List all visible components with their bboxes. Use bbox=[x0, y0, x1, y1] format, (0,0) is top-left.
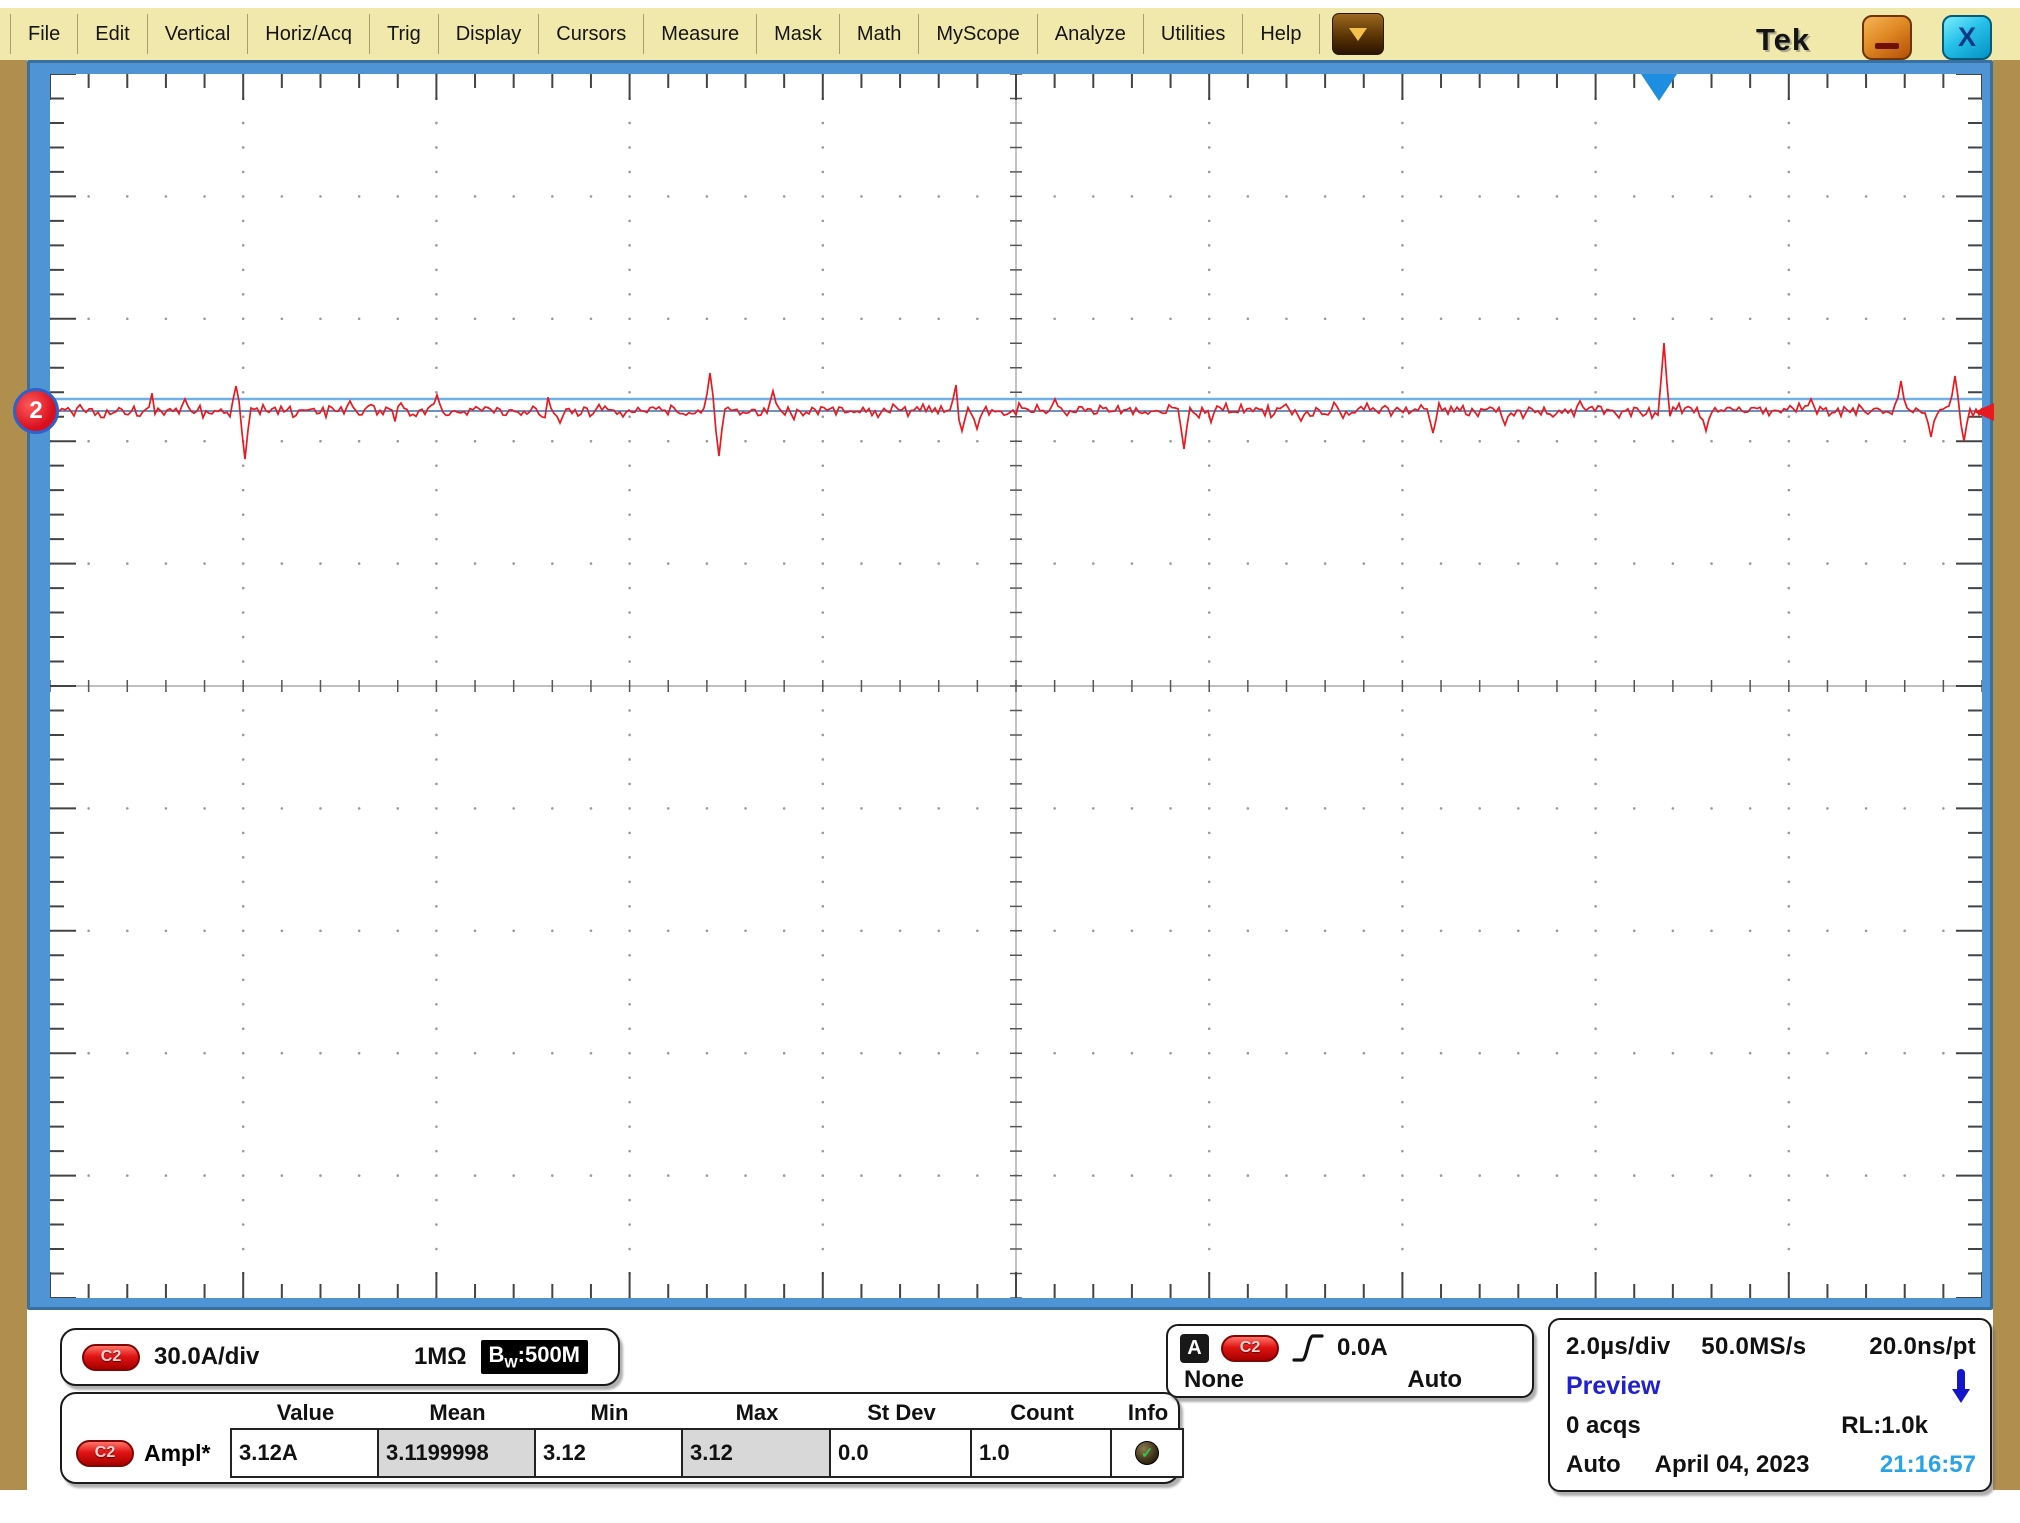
menu-measure[interactable]: Measure bbox=[643, 14, 756, 54]
cell-info: ✓ bbox=[1110, 1428, 1184, 1478]
header-stdev: St Dev bbox=[831, 1398, 972, 1428]
trigger-source-badge[interactable]: C2 bbox=[1221, 1335, 1279, 1362]
menu-horiz-acq[interactable]: Horiz/Acq bbox=[247, 14, 369, 54]
menu-edit[interactable]: Edit bbox=[77, 14, 146, 54]
menu-utilities[interactable]: Utilities bbox=[1143, 14, 1242, 54]
header-spacer bbox=[62, 1398, 232, 1428]
left-bezel-strip bbox=[0, 60, 27, 1490]
waveform-display-frame bbox=[27, 60, 1993, 1310]
date-label: April 04, 2023 bbox=[1655, 1451, 1810, 1479]
cell-count: 1.0 bbox=[970, 1428, 1112, 1478]
trigger-level-arrow-icon[interactable] bbox=[1974, 403, 1994, 421]
cell-value: 3.12A bbox=[230, 1428, 379, 1478]
measurement-source-label: C2 Ampl* bbox=[62, 1428, 232, 1478]
menu-math[interactable]: Math bbox=[839, 14, 918, 54]
menu-vertical[interactable]: Vertical bbox=[147, 14, 248, 54]
acquisition-count: 0 acqs bbox=[1566, 1412, 1641, 1440]
measurement-table: Value Mean Min Max St Dev Count Info C2 … bbox=[60, 1392, 1180, 1484]
input-impedance: 1MΩ bbox=[414, 1343, 467, 1371]
cell-max: 3.12 bbox=[681, 1428, 831, 1478]
menu-overflow-button[interactable] bbox=[1332, 13, 1384, 55]
timebase: 2.0µs/div bbox=[1566, 1333, 1701, 1361]
horizontal-readout-box[interactable]: 2.0µs/div 50.0MS/s 20.0ns/pt Preview 0 a… bbox=[1548, 1318, 1992, 1492]
graticule-grid-and-trace bbox=[50, 74, 1982, 1298]
oscilloscope-screen: File Edit Vertical Horiz/Acq Trig Displa… bbox=[0, 0, 2020, 1523]
info-icon[interactable]: ✓ bbox=[1135, 1441, 1159, 1465]
menu-trig[interactable]: Trig bbox=[369, 14, 438, 54]
cell-min: 3.12 bbox=[534, 1428, 683, 1478]
tek-logo: Tek bbox=[1756, 22, 1810, 58]
minimize-button[interactable] bbox=[1862, 15, 1912, 60]
header-value: Value bbox=[232, 1398, 379, 1428]
channel-2-position-marker[interactable]: 2 bbox=[13, 388, 59, 434]
header-min: Min bbox=[536, 1398, 683, 1428]
measurement-name: Ampl* bbox=[144, 1440, 210, 1467]
trigger-position-marker-icon[interactable] bbox=[1641, 74, 1677, 101]
trigger-level: 0.0A bbox=[1337, 1334, 1388, 1362]
channel-2-badge[interactable]: C2 bbox=[82, 1344, 140, 1371]
sample-rate: 50.0MS/s bbox=[1701, 1333, 1840, 1361]
header-count: Count bbox=[972, 1398, 1112, 1428]
bandwidth-badge: BW:500M bbox=[481, 1340, 588, 1373]
menu-help[interactable]: Help bbox=[1242, 14, 1319, 54]
menu-file[interactable]: File bbox=[10, 14, 77, 54]
close-icon: X bbox=[1958, 22, 1976, 53]
graticule-area bbox=[50, 74, 1982, 1298]
close-button[interactable]: X bbox=[1942, 15, 1992, 60]
right-bezel-strip bbox=[1993, 60, 2020, 1490]
rising-edge-icon bbox=[1291, 1332, 1325, 1364]
menu-analyze[interactable]: Analyze bbox=[1037, 14, 1143, 54]
menu-myscope[interactable]: MyScope bbox=[918, 14, 1036, 54]
menu-display[interactable]: Display bbox=[438, 14, 539, 54]
time-label: 21:16:57 bbox=[1880, 1451, 1976, 1479]
header-info: Info bbox=[1112, 1398, 1184, 1428]
trigger-mode: Auto bbox=[1407, 1366, 1462, 1394]
trigger-readout-box[interactable]: A C2 0.0A None Auto bbox=[1166, 1324, 1534, 1398]
menu-bar: File Edit Vertical Horiz/Acq Trig Displa… bbox=[0, 0, 2020, 60]
channel-2-label: 2 bbox=[29, 397, 42, 425]
record-length: RL:1.0k bbox=[1841, 1412, 1928, 1440]
minimize-icon bbox=[1875, 43, 1899, 49]
trigger-system-badge: A bbox=[1180, 1334, 1209, 1363]
acquisition-arrow-icon bbox=[1952, 1369, 1970, 1403]
measurement-header-row: Value Mean Min Max St Dev Count Info bbox=[62, 1398, 1178, 1428]
header-max: Max bbox=[683, 1398, 831, 1428]
chevron-down-icon bbox=[1349, 28, 1367, 41]
acquisition-status: Preview bbox=[1566, 1372, 1661, 1401]
menu-mask[interactable]: Mask bbox=[756, 14, 839, 54]
vertical-scale: 30.0A/div bbox=[154, 1343, 259, 1371]
header-mean: Mean bbox=[379, 1398, 536, 1428]
channel-2-badge[interactable]: C2 bbox=[76, 1440, 134, 1467]
channel-readout-box[interactable]: C2 30.0A/div 1MΩ BW:500M bbox=[60, 1328, 620, 1386]
cell-stdev: 0.0 bbox=[829, 1428, 972, 1478]
measurement-row: C2 Ampl* 3.12A 3.1199998 3.12 3.12 0.0 1… bbox=[62, 1428, 1178, 1478]
trigger-type: None bbox=[1184, 1366, 1244, 1394]
cell-mean: 3.1199998 bbox=[377, 1428, 536, 1478]
menu-cursors[interactable]: Cursors bbox=[538, 14, 643, 54]
trigger-mode-status: Auto bbox=[1566, 1451, 1621, 1479]
sample-resolution: 20.0ns/pt bbox=[1841, 1333, 1976, 1361]
